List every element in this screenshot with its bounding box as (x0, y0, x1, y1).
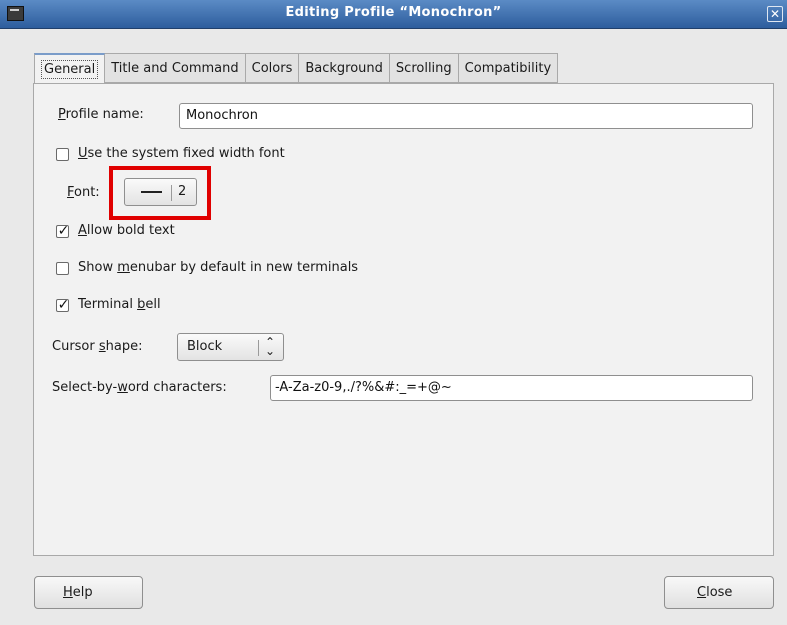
help-button[interactable]: Help (34, 576, 143, 609)
tab-general[interactable]: General (34, 53, 106, 84)
use-system-font-checkbox[interactable] (56, 148, 69, 161)
show-menubar-label: Show menubar by default in new terminals (78, 260, 359, 275)
use-system-font-label: Use the system fixed width font (78, 146, 285, 161)
terminal-bell-label: Terminal bell (78, 297, 161, 312)
allow-bold-checkmark: ✓ (57, 223, 70, 239)
tab-title-and-command[interactable]: Title and Command (105, 53, 246, 83)
window-title: Editing Profile “Monochron” (285, 5, 502, 20)
terminal-bell-checkmark: ✓ (57, 297, 70, 313)
select-by-word-label: Select-by-word characters: (52, 380, 227, 395)
terminal-bell-checkbox[interactable]: ✓ (56, 297, 70, 313)
tab-general-label: General (41, 60, 99, 79)
tab-colors[interactable]: Colors (245, 53, 300, 83)
cursor-shape-divider (258, 340, 259, 356)
font-label: Font: (67, 185, 100, 200)
tab-scrolling[interactable]: Scrolling (389, 53, 459, 83)
up-down-arrows-icon: ⌃ ⌄ (265, 335, 276, 358)
allow-bold-checkbox[interactable]: ✓ (56, 223, 70, 239)
allow-bold-label: Allow bold text (78, 223, 175, 238)
select-by-word-input[interactable]: -A-Za-z0-9,./?%&#:_=+@~ (270, 375, 753, 401)
tab-compatibility[interactable]: Compatibility (458, 53, 559, 83)
title-bar: Editing Profile “Monochron” ✕ (0, 0, 787, 29)
tab-background[interactable]: Background (299, 53, 390, 83)
profile-name-input[interactable]: Monochron (179, 103, 753, 129)
annotation-highlight-box (109, 166, 211, 220)
cursor-shape-dropdown[interactable]: Block ⌃ ⌄ (177, 333, 284, 361)
close-window-icon[interactable]: ✕ (767, 6, 783, 22)
cursor-shape-label: Cursor shape: (52, 339, 143, 354)
close-button[interactable]: Close (664, 576, 774, 609)
profile-name-label: Profile name: (58, 107, 144, 122)
tab-bar: General Title and Command Colors Backgro… (34, 53, 559, 84)
cursor-shape-value: Block (187, 339, 223, 354)
show-menubar-checkbox[interactable] (56, 262, 69, 275)
